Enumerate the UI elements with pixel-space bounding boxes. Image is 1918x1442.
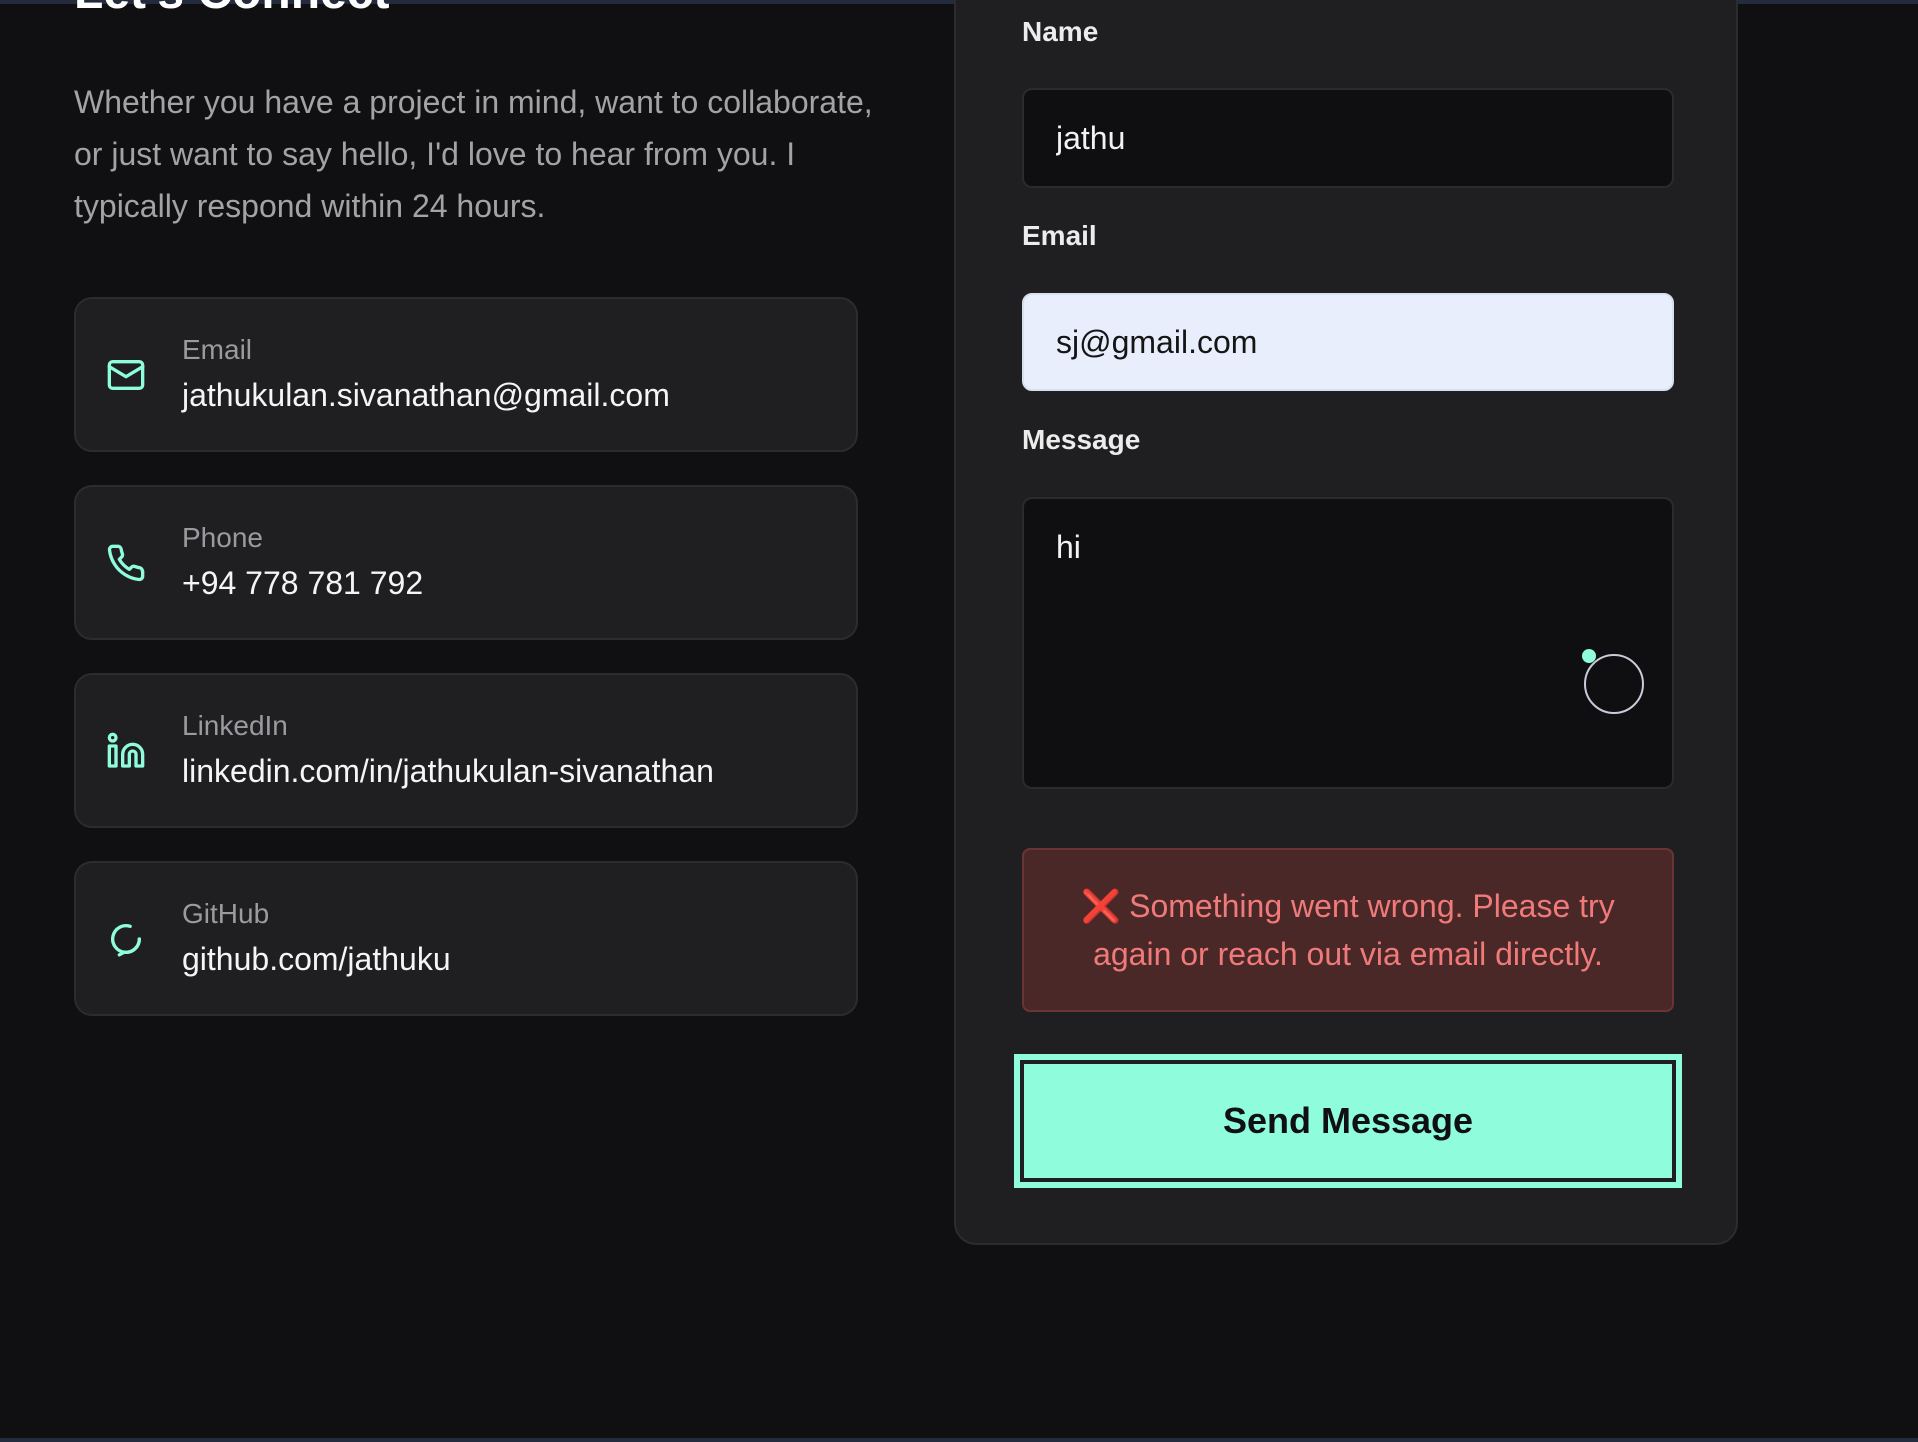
- email-label: Email: [1022, 220, 1097, 251]
- intro-text: Whether you have a project in mind, want…: [74, 84, 873, 224]
- contact-label: GitHub: [182, 898, 270, 929]
- contact-card-phone[interactable]: Phone +94 778 781 792: [74, 485, 858, 640]
- name-input[interactable]: [1022, 88, 1674, 188]
- contact-card-linkedin[interactable]: LinkedIn linkedin.com/in/jathukulan-siva…: [74, 673, 858, 828]
- github-icon: [106, 919, 146, 959]
- contact-card-github[interactable]: GitHub github.com/jathuku: [74, 861, 858, 1016]
- message-text: hi: [1056, 529, 1081, 565]
- name-label: Name: [1022, 16, 1099, 47]
- contact-value: github.com/jathuku: [182, 941, 451, 977]
- contact-label: Email: [182, 334, 253, 365]
- spinner-dot: [1582, 649, 1596, 663]
- contact-card-email[interactable]: Email jathukulan.sivanathan@gmail.com: [74, 297, 858, 452]
- mail-icon: [106, 355, 146, 395]
- contact-value: jathukulan.sivanathan@gmail.com: [182, 377, 670, 413]
- linkedin-icon: [106, 731, 146, 771]
- contact-form: Name Email Message hi ❌Something went wr…: [954, 0, 1738, 1245]
- message-label: Message: [1022, 424, 1141, 455]
- error-alert: ❌ Something went wrong. Please try again …: [1022, 848, 1674, 1012]
- contact-label: Phone: [182, 522, 263, 553]
- page-title: Let's Connect: [74, 0, 389, 20]
- contact-value: +94 778 781 792: [182, 565, 424, 601]
- error-x-icon: ❌: [1081, 888, 1122, 924]
- contact-value: linkedin.com/in/jathukulan-sivanathan: [182, 753, 714, 789]
- phone-icon: [106, 543, 146, 583]
- error-message: ❌ Something went wrong. Please try again …: [1064, 882, 1632, 978]
- email-input[interactable]: [1022, 293, 1674, 391]
- error-message-text: Something went wrong. Please try again o…: [1093, 888, 1615, 972]
- contact-list: Email jathukulan.sivanathan@gmail.com Ph…: [74, 297, 858, 1049]
- contact-label: LinkedIn: [182, 710, 288, 741]
- send-message-button[interactable]: Send Message: [1014, 1054, 1682, 1188]
- bottom-border: [0, 1438, 1918, 1442]
- message-textarea[interactable]: hi: [1022, 497, 1674, 789]
- loading-spinner-icon: [1584, 654, 1644, 714]
